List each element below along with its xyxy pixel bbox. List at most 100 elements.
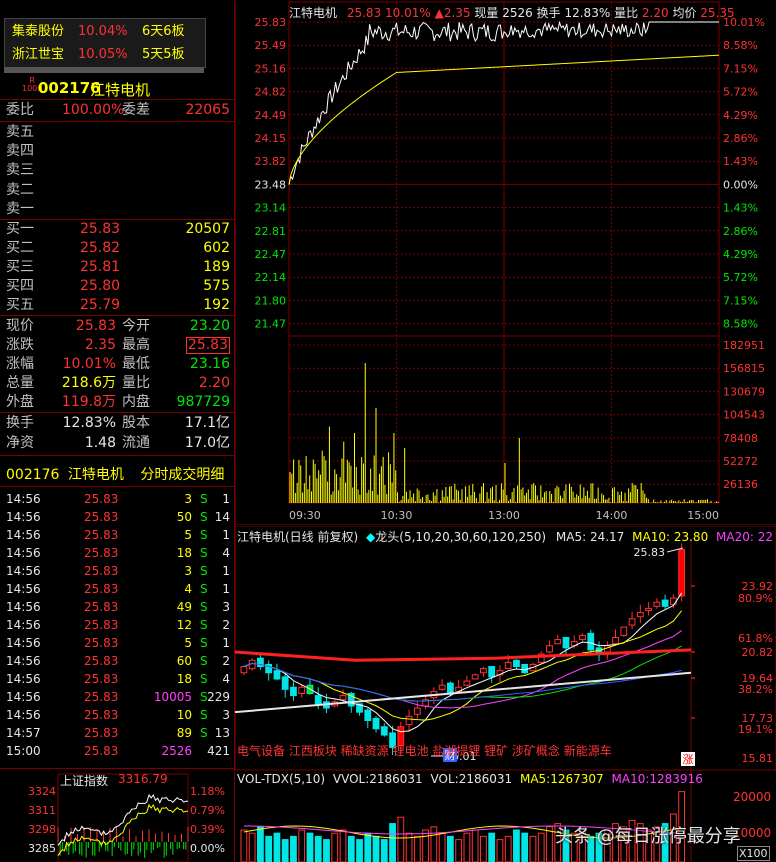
tick-price: 25.83	[84, 744, 119, 758]
candle-body	[620, 626, 628, 636]
candle-body	[546, 645, 553, 653]
intraday-chart[interactable]: 25.83 10.01% 25.49 8.58% 25.16 7.15% 24.82 5.72…	[235, 0, 776, 525]
volume-bar	[273, 832, 281, 862]
kline-chart[interactable]: 23.92 20.82 19.64 17.73 15.81 80.9% 61.8% 38.2%…	[235, 526, 776, 770]
index-name: 上证指数	[60, 774, 109, 788]
candle-body	[488, 666, 496, 678]
sell-order-row[interactable]: 卖三	[4, 161, 232, 180]
quote-value: 23.16	[189, 356, 230, 372]
share-row: 换手 12.83% 股本 17.1亿	[4, 414, 232, 433]
tick-row[interactable]: 14:56 25.83 50 S 14	[4, 508, 232, 526]
kline-ma10-label: MA10:	[632, 530, 671, 544]
buy-volume: 20507	[185, 221, 230, 237]
tick-row[interactable]: 14:56 25.83 49 S 3	[4, 598, 232, 616]
tick-volume: 50	[176, 510, 192, 524]
tick-row[interactable]: 14:56 25.83 5 S 1	[4, 526, 232, 544]
volume-ma10-label: MA10:	[611, 772, 650, 786]
pct-tick-label: 5.72%	[723, 271, 758, 284]
limit-up-badge: 涨	[683, 753, 694, 766]
price-tick-label: 22.14	[255, 271, 287, 284]
sell-order-row[interactable]: 卖一	[4, 200, 232, 219]
tick-row[interactable]: 14:56 25.83 60 S 2	[4, 652, 232, 670]
tick-row[interactable]: 14:57 25.83 89 S 13	[4, 724, 232, 742]
price-tick-label: 25.49	[255, 39, 287, 52]
sell-level-label: 卖四	[6, 143, 34, 160]
sell-order-row[interactable]: 卖四	[4, 142, 232, 161]
quote-value: 119.8万	[61, 394, 116, 410]
order-ratio-row: 委比 100.00% 委差 22065	[4, 101, 232, 120]
kline-fib-tick: 19.1%	[738, 723, 773, 736]
sell-order-row[interactable]: 卖二	[4, 181, 232, 200]
kline-high-label: 25.83	[634, 546, 666, 559]
tick-row[interactable]: 14:56 25.83 3 S 1	[4, 490, 232, 508]
tick-row[interactable]: 14:56 25.83 10 S 3	[4, 706, 232, 724]
candle-body	[413, 707, 421, 715]
pct-tick-label: 4.29%	[723, 248, 758, 261]
kline-price-tick: 15.81	[742, 752, 774, 765]
tick-row[interactable]: 14:56 25.83 10005 S 229	[4, 688, 232, 706]
tick-row[interactable]: 14:56 25.83 4 S 1	[4, 580, 232, 598]
tick-volume: 4	[184, 582, 192, 596]
tick-row[interactable]: 14:56 25.83 3 S 1	[4, 562, 232, 580]
tick-side: S	[200, 528, 208, 542]
hot-stock-boards: 6天6板	[142, 24, 185, 39]
quote-label: 最高	[122, 337, 150, 353]
volume-ma10: 1283916	[649, 772, 703, 786]
candle-body	[364, 709, 372, 721]
price-tick-label: 24.15	[255, 132, 287, 145]
volume-vvol: 2186031	[369, 772, 423, 786]
tick-volume: 10005	[153, 690, 192, 704]
candle-body	[446, 682, 454, 695]
ticks-title-label: 分时成交明细	[140, 467, 225, 483]
volume-bar	[413, 835, 421, 862]
volume-bar	[537, 832, 545, 862]
tick-count: 421	[207, 744, 230, 758]
tick-row[interactable]: 14:56 25.83 18 S 4	[4, 670, 232, 688]
tick-row[interactable]: 14:56 25.83 5 S 1	[4, 634, 232, 652]
quote-label: 总量	[6, 375, 34, 391]
pct-tick-label: 8.58%	[723, 318, 758, 331]
candle-body	[314, 695, 322, 705]
tick-row[interactable]: 14:56 25.83 18 S 4	[4, 544, 232, 562]
candle-body	[653, 601, 661, 607]
quote-label: 涨跌	[6, 337, 34, 353]
sell-level-label: 卖五	[6, 124, 34, 140]
volume-bar	[422, 829, 429, 862]
order-diff-label: 委差	[122, 102, 150, 118]
buy-order-row[interactable]: 买一 25.83 20507	[4, 220, 232, 239]
sell-level-label: 卖一	[6, 200, 34, 217]
buy-volume: 192	[203, 297, 230, 313]
buy-order-row[interactable]: 买四 25.80 575	[4, 277, 232, 296]
intraday-price: 25.83	[346, 6, 382, 20]
hot-stocks-scrollbar[interactable]	[4, 67, 204, 73]
buy-order-row[interactable]: 买二 25.82 602	[4, 239, 232, 258]
pct-tick-label: 7.15%	[723, 294, 758, 307]
ticks-title-code: 002176	[6, 467, 60, 483]
tick-row[interactable]: 15:00 25.83 2526 421	[4, 742, 232, 760]
volume-bar	[347, 835, 355, 862]
buy-level-label: 买五	[6, 297, 34, 313]
kline-fib-tick: 80.9%	[738, 592, 773, 605]
buy-order-row[interactable]: 买五 25.79 192	[4, 296, 232, 315]
volume-vol-label: VOL:	[430, 772, 459, 786]
tick-time: 14:56	[6, 654, 41, 668]
index-mini-chart[interactable]: 上证指数 3316.79 3324 3311 3298 3285 1.18% 0…	[0, 770, 234, 862]
kline-concepts: 电气设备 江西板块 稀缺资源 锂电池 盐湖提锂 锂矿 涉矿概念 新能源车	[237, 744, 612, 758]
volume-bar	[389, 823, 396, 862]
volume-ma5: 1267307	[550, 772, 604, 786]
sell-level-label: 卖三	[6, 162, 34, 179]
volume-bar	[397, 816, 405, 862]
time-tick-label: 10:30	[381, 509, 413, 522]
buy-order-row[interactable]: 买三 25.81 189	[4, 258, 232, 277]
volume-chart[interactable]: VOL-TDX(5,10) VVOL:2186031 VOL:2186031 M…	[235, 770, 776, 862]
sell-order-row[interactable]: 卖五	[4, 123, 232, 142]
kline-ma5: 24.17	[589, 530, 625, 544]
volume-bar	[240, 829, 248, 862]
tick-price: 25.83	[84, 618, 119, 632]
tick-row[interactable]: 14:56 25.83 12 S 2	[4, 616, 232, 634]
intraday-change: ▲2.35	[434, 6, 471, 20]
volume-bar	[323, 839, 330, 862]
volume-bar	[265, 835, 273, 862]
kline-ma5-label: MA5:	[555, 530, 587, 544]
candle-body	[645, 607, 652, 611]
